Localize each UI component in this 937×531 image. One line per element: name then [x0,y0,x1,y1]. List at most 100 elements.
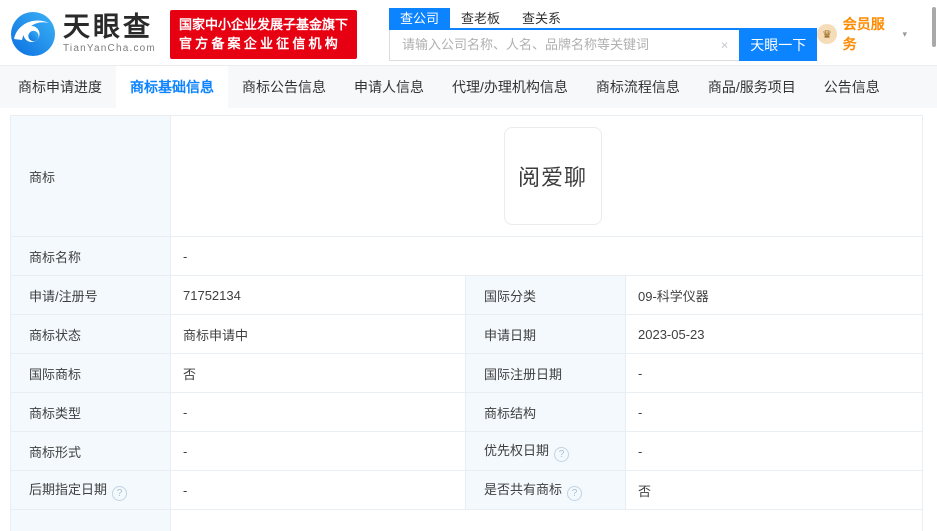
field-label-text: 商标名称 [29,250,81,265]
field-value-apply-date: 2023-05-23 [626,315,923,354]
member-label: 会员服务 [843,14,898,54]
field-value-text: 否 [638,484,651,499]
site-header: 天眼查 TianYanCha.com 国家中小企业发展子基金旗下 官方备案企业征… [0,0,937,62]
field-label-text: 国际分类 [484,289,536,304]
trademark-image-cell: 阅爱聊 [171,116,923,237]
field-label-text: 国际注册日期 [484,367,562,382]
search-tab-company[interactable]: 查公司 [389,8,450,28]
field-value-tm-structure: - [626,393,923,432]
trademark-image-text: 阅爱聊 [518,160,587,192]
scrollbar-thumb[interactable] [932,7,936,47]
search-tab-relation[interactable]: 查关系 [511,8,572,28]
field-label-status: 商标状态 [11,315,171,354]
member-services[interactable]: ♛ 会员服务 ▾ [817,14,907,54]
field-label-text: 商标 [29,170,55,185]
tab-applicant-info[interactable]: 申请人信息 [340,66,438,108]
trademark-info-table: 商标 阅爱聊 商标名称 - 申请/注册号 71752134 [10,115,923,531]
field-label-intl-reg-date: 国际注册日期 [466,354,626,393]
field-label-text: 后期指定日期 [29,482,107,497]
field-label-text: 优先权日期 [484,443,549,458]
field-value-text: - [183,483,187,498]
table-wrap: 商标 阅爱聊 商标名称 - 申请/注册号 71752134 [10,115,922,531]
search-input[interactable] [389,30,739,61]
gov-endorsement-badge: 国家中小企业发展子基金旗下 官方备案企业征信机构 [170,10,357,59]
table-row-regno-class: 申请/注册号 71752134 国际分类 09-科学仪器 [11,276,923,315]
logo[interactable]: 天眼查 TianYanCha.com [10,11,156,57]
field-label-priority-date: 优先权日期? [466,432,626,471]
crown-icon: ♛ [817,24,837,44]
table-row-intl: 国际商标 否 国际注册日期 - [11,354,923,393]
field-label-later-designation: 后期指定日期? [11,471,171,510]
tab-announcement-info[interactable]: 商标公告信息 [228,66,340,108]
field-value-status: 商标申请中 [171,315,466,354]
field-label-trademark: 商标 [11,116,171,237]
table-row-form-priority: 商标形式 - 优先权日期? - [11,432,923,471]
tab-goods-services[interactable]: 商品/服务项目 [694,66,810,108]
field-label-text: 申请日期 [484,328,536,343]
table-row-later-coowned: 后期指定日期? - 是否共有商标? 否 [11,471,923,510]
search-module: 查公司 查老板 查关系 × 天眼一下 [389,8,817,61]
field-label-text: 商标状态 [29,328,81,343]
brand-domain: TianYanCha.com [63,43,156,54]
field-label-apply-date: 申请日期 [466,315,626,354]
field-value-text: 09-科学仪器 [638,289,709,304]
badge-line-2: 官方备案企业征信机构 [179,34,348,54]
field-value-partial [171,510,923,531]
tianyancha-logo-icon [10,11,56,57]
search-row: × 天眼一下 [389,30,817,61]
search-input-wrap: × [389,30,739,61]
field-label-tm-form: 商标形式 [11,432,171,471]
field-label-partial [11,510,171,531]
brand-name: 天眼查 [63,14,156,41]
tab-agency-info[interactable]: 代理/办理机构信息 [438,66,582,108]
tab-notice-info[interactable]: 公告信息 [810,66,894,108]
field-value-later-designation: - [171,471,466,510]
field-value-intl-class: 09-科学仪器 [626,276,923,315]
field-value-intl-tm: 否 [171,354,466,393]
tab-basic-info[interactable]: 商标基础信息 [116,66,228,108]
field-label-name: 商标名称 [11,237,171,276]
trademark-image[interactable]: 阅爱聊 [504,127,602,225]
field-label-text: 国际商标 [29,367,81,382]
search-button[interactable]: 天眼一下 [739,30,817,61]
help-icon[interactable]: ? [554,447,569,462]
field-label-co-owned: 是否共有商标? [466,471,626,510]
field-value-text: 71752134 [183,288,241,303]
table-row-status-date: 商标状态 商标申请中 申请日期 2023-05-23 [11,315,923,354]
field-label-tm-structure: 商标结构 [466,393,626,432]
field-value-text: - [183,249,187,264]
field-value-text: 否 [183,367,196,382]
field-label-text: 申请/注册号 [29,289,98,304]
field-value-text: 商标申请中 [183,328,248,343]
table-row-name: 商标名称 - [11,237,923,276]
help-icon[interactable]: ? [567,486,582,501]
field-value-priority-date: - [626,432,923,471]
field-value-text: - [183,444,187,459]
field-value-text: - [638,366,642,381]
field-value-name: - [171,237,923,276]
table-row-partial [11,510,923,531]
search-tab-boss[interactable]: 查老板 [450,8,511,28]
field-value-reg-no: 71752134 [171,276,466,315]
field-label-intl-class: 国际分类 [466,276,626,315]
field-value-text: - [638,405,642,420]
tab-application-progress[interactable]: 商标申请进度 [4,66,116,108]
field-value-tm-type: - [171,393,466,432]
table-row-type-structure: 商标类型 - 商标结构 - [11,393,923,432]
field-value-co-owned: 否 [626,471,923,510]
field-label-text: 商标结构 [484,406,536,421]
clear-icon[interactable]: × [721,39,729,52]
table-row-trademark: 商标 阅爱聊 [11,116,923,237]
chevron-down-icon: ▾ [902,29,907,40]
tab-process-info[interactable]: 商标流程信息 [582,66,694,108]
field-label-text: 商标类型 [29,406,81,421]
field-label-tm-type: 商标类型 [11,393,171,432]
field-value-text: 2023-05-23 [638,327,705,342]
search-tabs: 查公司 查老板 查关系 [389,8,817,30]
badge-line-1: 国家中小企业发展子基金旗下 [179,15,348,35]
help-icon[interactable]: ? [112,486,127,501]
detail-tab-bar: 商标申请进度 商标基础信息 商标公告信息 申请人信息 代理/办理机构信息 商标流… [0,65,937,108]
logo-text: 天眼查 TianYanCha.com [63,14,156,54]
field-label-reg-no: 申请/注册号 [11,276,171,315]
field-value-intl-reg-date: - [626,354,923,393]
